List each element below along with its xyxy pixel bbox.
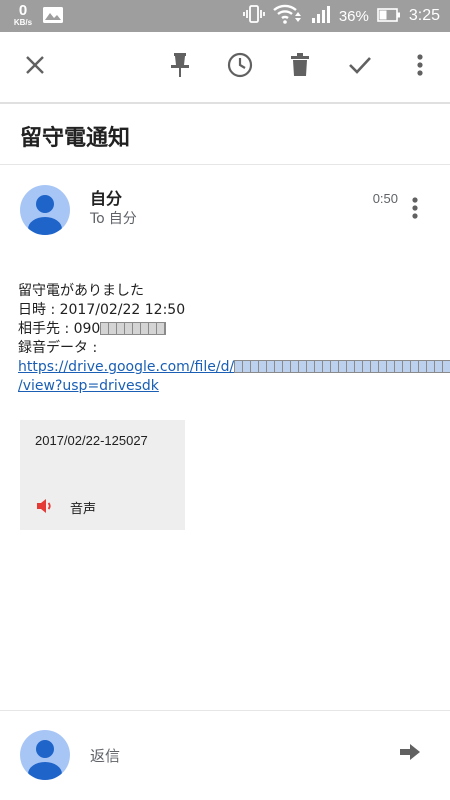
audio-attachment-card[interactable]: 2017/02/22-125027 音声 bbox=[20, 420, 185, 530]
more-vert-icon bbox=[417, 54, 423, 80]
to-label: To bbox=[90, 211, 105, 227]
more-options-button[interactable] bbox=[406, 53, 434, 81]
sender-avatar[interactable] bbox=[20, 185, 70, 235]
caller-number-prefix: 相手先 : 090 bbox=[18, 321, 101, 337]
done-button[interactable] bbox=[346, 53, 374, 81]
status-bar: 0 KB/s 36% 3:25 bbox=[0, 0, 450, 32]
speaker-icon bbox=[36, 498, 54, 518]
network-speed-unit: KB/s bbox=[13, 18, 33, 27]
battery-icon bbox=[377, 7, 401, 26]
close-icon bbox=[25, 55, 45, 79]
snooze-clock-icon bbox=[227, 52, 253, 82]
recipient-name: 自分 bbox=[108, 211, 137, 227]
recording-link-suffix[interactable]: /view?usp=drivesdk bbox=[18, 378, 159, 394]
redacted-phone-number bbox=[100, 322, 167, 335]
recipient-line[interactable]: To 自分 bbox=[90, 208, 137, 228]
person-icon bbox=[28, 740, 62, 780]
attachment-type-label: 音声 bbox=[70, 502, 97, 517]
recording-link-prefix[interactable]: https://drive.google.com/file/d/ bbox=[18, 359, 234, 375]
message-more-button[interactable] bbox=[406, 196, 424, 224]
body-line-recording: 録音データ : bbox=[18, 340, 98, 356]
delete-icon bbox=[290, 53, 310, 81]
reply-divider bbox=[0, 710, 450, 711]
close-button[interactable] bbox=[21, 53, 49, 81]
send-reply-button[interactable] bbox=[398, 742, 422, 766]
action-toolbar bbox=[0, 32, 450, 104]
done-check-icon bbox=[348, 55, 372, 79]
email-time: 0:50 bbox=[372, 191, 398, 206]
status-bar-right: 36% 3:25 bbox=[235, 0, 440, 32]
reply-input[interactable]: 返信 bbox=[90, 745, 120, 766]
vibrate-icon bbox=[242, 5, 265, 27]
email-body: 留守電がありました 日時 : 2017/02/22 12:50 相手先 : 09… bbox=[18, 282, 450, 396]
own-avatar bbox=[20, 730, 70, 780]
recording-link-cont[interactable]: /view?usp=drivesdk bbox=[18, 377, 438, 396]
person-icon bbox=[28, 195, 62, 235]
snooze-button[interactable] bbox=[226, 52, 254, 82]
pin-button[interactable] bbox=[166, 53, 194, 81]
pin-icon bbox=[170, 52, 190, 82]
body-line-datetime: 日時 : 2017/02/22 12:50 bbox=[18, 302, 186, 318]
network-speed-indicator: 0 KB/s bbox=[10, 3, 36, 27]
clock-time: 3:25 bbox=[408, 7, 440, 24]
more-vert-icon bbox=[412, 197, 418, 223]
image-notification-icon bbox=[43, 7, 63, 27]
subject-divider bbox=[0, 164, 450, 165]
body-line-message: 留守電がありました bbox=[18, 283, 144, 299]
recording-link[interactable]: https://drive.google.com/file/d/ bbox=[18, 358, 450, 377]
wifi-icon bbox=[273, 4, 303, 28]
battery-percent: 36% bbox=[338, 7, 369, 25]
arrow-right-icon bbox=[399, 743, 421, 765]
network-speed-value: 0 bbox=[18, 2, 28, 19]
redacted-file-id[interactable] bbox=[234, 360, 450, 373]
delete-button[interactable] bbox=[286, 53, 314, 81]
sender-name[interactable]: 自分 bbox=[90, 185, 122, 209]
signal-icon bbox=[311, 5, 331, 27]
email-subject: 留守電通知 bbox=[20, 126, 131, 151]
body-line-caller: 相手先 : 090 bbox=[18, 320, 438, 339]
attachment-name: 2017/02/22-125027 bbox=[35, 433, 148, 448]
